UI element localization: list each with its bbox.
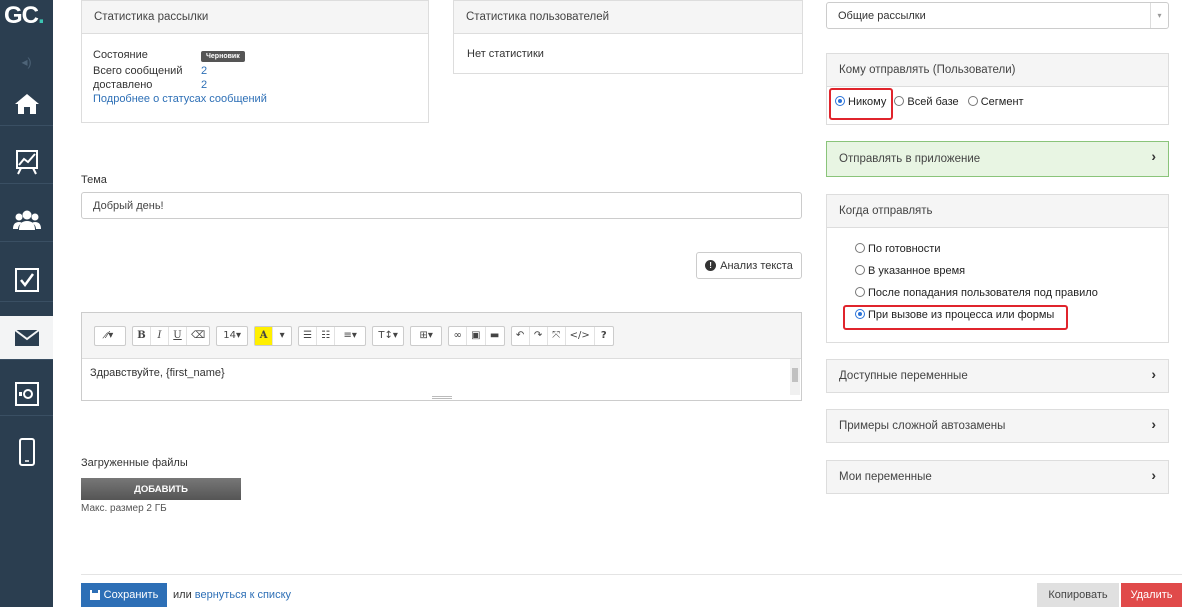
tasks-icon[interactable] (0, 258, 53, 302)
recipients-title: Кому отправлять (Пользователи) (827, 54, 1168, 87)
chevron-right-icon: › (1151, 467, 1156, 483)
megaphone-icon[interactable]: ◂) (0, 55, 53, 69)
subject-input[interactable]: Добрый день! (81, 192, 802, 219)
user-stats-title: Статистика пользователей (454, 1, 802, 34)
undo-icon[interactable]: ↶ (512, 326, 530, 345)
mobile-icon[interactable] (0, 430, 53, 474)
fullscreen-icon[interactable]: ⤧ (548, 326, 566, 345)
redo-icon[interactable]: ↷ (530, 326, 548, 345)
mail-icon[interactable] (0, 316, 53, 360)
add-file-button[interactable]: ДОБАВИТЬ (81, 478, 241, 500)
heading-select[interactable]: T↕▾ (373, 327, 403, 345)
mail-stats-title: Статистика рассылки (82, 1, 428, 34)
variables-accordion[interactable]: Доступные переменные › (826, 359, 1169, 393)
back-to-list-link[interactable]: вернуться к списку (195, 589, 291, 601)
link-icon[interactable]: ∞ (449, 326, 468, 345)
home-icon[interactable] (0, 82, 53, 126)
video-icon[interactable]: ▬ (486, 327, 504, 345)
chevron-down-icon[interactable]: ▾ (273, 327, 291, 345)
copy-button[interactable]: Копировать (1037, 583, 1119, 607)
footer-divider (81, 574, 1182, 575)
recipient-option-all[interactable]: Всей базе (894, 96, 959, 108)
footer-or: или вернуться к списку (173, 589, 291, 601)
info-icon: ! (705, 260, 717, 271)
users-icon[interactable] (0, 198, 53, 242)
editor-content[interactable]: Здравствуйте, {first_name} (82, 359, 801, 397)
when-title: Когда отправлять (827, 195, 1168, 228)
logo[interactable]: GC. (4, 2, 45, 30)
sidebar: GC. ◂) (0, 0, 53, 607)
chevron-down-icon[interactable]: ▾ (1150, 3, 1168, 28)
mail-stats-panel: Статистика рассылки Состояние Черновик Вс… (81, 0, 429, 123)
rich-text-editor: ⁄̷▾ B I U ⌫ 14▾ A ▾ ☰ ☷ ≡▾ T↕▾ ⊞▾ ∞ ▣ ▬ … (81, 312, 802, 401)
magic-wand-icon[interactable]: ⁄̷▾ (95, 327, 125, 345)
delivered-value[interactable]: 2 (201, 78, 207, 92)
save-button[interactable]: Сохранить (81, 583, 167, 607)
my-variables-accordion[interactable]: Мои переменные › (826, 460, 1169, 494)
editor-scrollbar[interactable] (790, 359, 800, 395)
no-stats-text: Нет статистики (467, 48, 544, 60)
send-to-app-label: Отправлять в приложение (839, 153, 981, 165)
editor-toolbar: ⁄̷▾ B I U ⌫ 14▾ A ▾ ☰ ☷ ≡▾ T↕▾ ⊞▾ ∞ ▣ ▬ … (82, 313, 801, 359)
status-badge: Черновик (201, 51, 245, 62)
recipient-option-segment[interactable]: Сегмент (967, 96, 1024, 108)
state-label: Состояние (93, 49, 148, 61)
when-option-scheduled[interactable]: В указанное время (855, 260, 1168, 282)
italic-button[interactable]: I (151, 326, 169, 345)
bold-button[interactable]: B (133, 326, 151, 345)
autoreplace-label: Примеры сложной автозамены (839, 420, 1006, 432)
chevron-right-icon: › (1151, 148, 1156, 164)
when-option-ready[interactable]: По готовности (855, 238, 1168, 260)
editor-text: Здравствуйте, {first_name} (90, 367, 225, 379)
safe-icon[interactable] (0, 372, 53, 416)
highlight-box-recipients (829, 88, 893, 120)
delete-button[interactable]: Удалить (1121, 583, 1182, 607)
code-view-icon[interactable]: </> (566, 326, 595, 345)
mailing-type-select[interactable]: Общие рассылки ▾ (826, 2, 1169, 29)
eraser-icon[interactable]: ⌫ (187, 327, 209, 345)
floppy-icon (89, 590, 100, 600)
analyze-text-button[interactable]: ! Анализ текста (696, 252, 802, 279)
save-label: Сохранить (103, 589, 159, 601)
user-stats-panel: Статистика пользователей Нет статистики (453, 0, 803, 74)
my-variables-label: Мои переменные (839, 471, 932, 483)
send-to-app-accordion[interactable]: Отправлять в приложение › (826, 141, 1169, 177)
font-size-select[interactable]: 14▾ (217, 327, 247, 345)
align-icon[interactable]: ≡▾ (335, 327, 365, 345)
total-value[interactable]: 2 (201, 64, 207, 78)
highlight-box-when (843, 305, 1068, 330)
bullet-list-icon[interactable]: ☰ (299, 326, 318, 345)
subject-label: Тема (81, 174, 107, 186)
image-icon[interactable]: ▣ (467, 326, 486, 345)
delivered-label: доставлено (93, 79, 153, 91)
when-option-rule[interactable]: После попадания пользователя под правило (855, 282, 1168, 304)
total-label: Всего сообщений (93, 65, 183, 77)
help-icon[interactable]: ? (595, 327, 613, 345)
resize-handle[interactable] (432, 396, 452, 399)
status-help-link[interactable]: Подробнее о статусах сообщений (93, 92, 267, 106)
variables-label: Доступные переменные (839, 370, 968, 382)
files-label: Загруженные файлы (81, 457, 188, 469)
highlight-color-icon[interactable]: A (255, 326, 274, 345)
analyze-text-label: Анализ текста (720, 259, 793, 272)
max-size-hint: Макс. размер 2 ГБ (81, 503, 167, 514)
table-icon[interactable]: ⊞▾ (411, 327, 441, 345)
chart-icon[interactable] (0, 140, 53, 184)
chevron-right-icon: › (1151, 366, 1156, 382)
underline-button[interactable]: U (169, 326, 187, 345)
chevron-right-icon: › (1151, 416, 1156, 432)
numbered-list-icon[interactable]: ☷ (317, 326, 336, 345)
autoreplace-examples-accordion[interactable]: Примеры сложной автозамены › (826, 409, 1169, 443)
